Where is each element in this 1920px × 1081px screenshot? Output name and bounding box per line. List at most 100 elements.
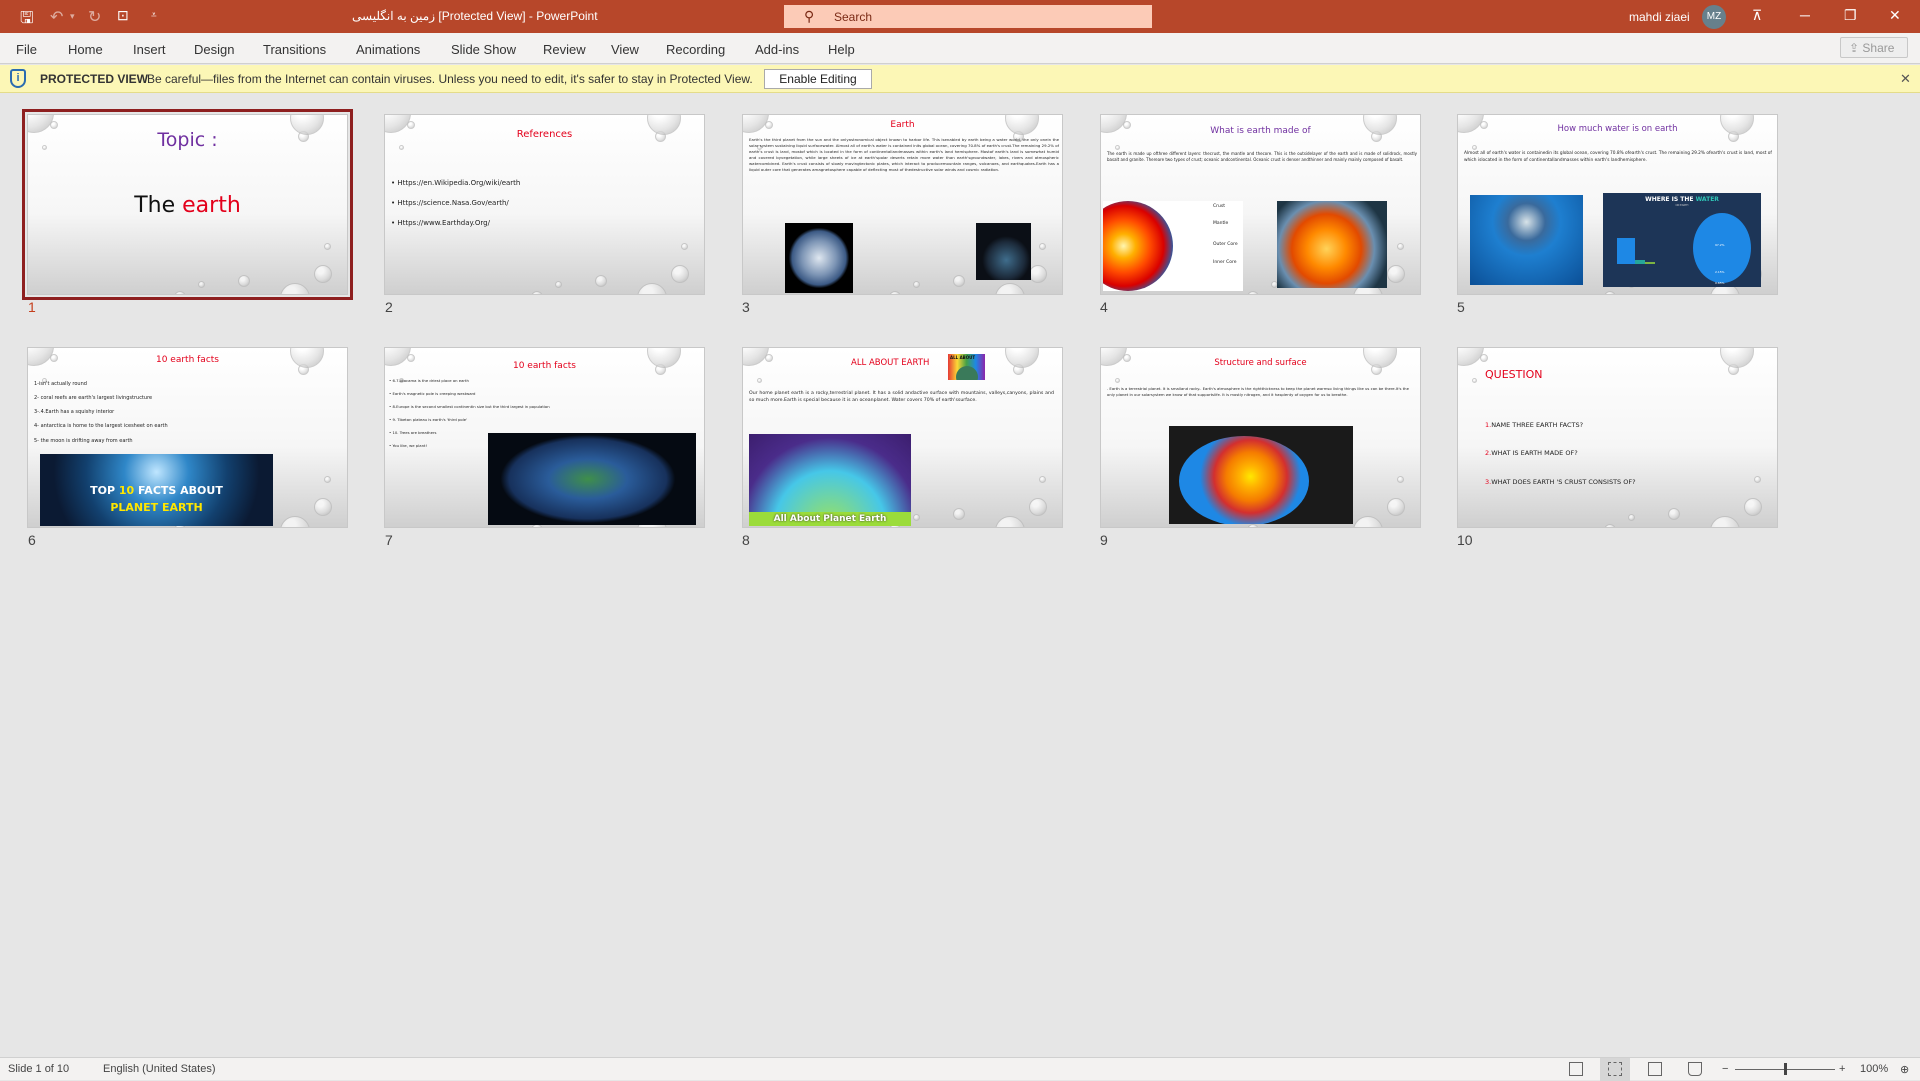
user-name[interactable]: mahdi ziaei: [1629, 10, 1690, 24]
slide-thumbnail-3[interactable]: Earth Earth's the third planet from the …: [742, 114, 1063, 295]
slide-thumbnail-9[interactable]: Structure and surface . Earth is a terre…: [1100, 347, 1421, 528]
slide-thumbnail-10[interactable]: QUESTION 1.NAME THREE EARTH FACTS? 2.WHA…: [1457, 347, 1778, 528]
slide-thumbnail-7[interactable]: 10 earth facts • 6.7.Atacama is the drie…: [384, 347, 705, 528]
tab-recording[interactable]: Recording: [666, 42, 725, 57]
undo-icon[interactable]: ↶: [50, 7, 63, 27]
slide-thumbnail-6[interactable]: 10 earth facts 1-isn't actually round 2-…: [27, 347, 348, 528]
slide-thumbnail-4[interactable]: What is earth made of The earth is made …: [1100, 114, 1421, 295]
zoom-in-icon[interactable]: +: [1839, 1063, 1845, 1075]
undo-dropdown-icon[interactable]: ▾: [70, 11, 75, 22]
layer-label: Outer Core: [1213, 242, 1238, 247]
digital-earth-photo: [488, 433, 696, 525]
water-drop-decoration: [1472, 145, 1477, 150]
slide-number: 1: [28, 299, 36, 315]
slide-thumbnail-8[interactable]: ALL ABOUT EARTH ALL ABOUT Our home plane…: [742, 347, 1063, 528]
tab-insert[interactable]: Insert: [133, 42, 166, 57]
start-slideshow-icon[interactable]: ⊡: [117, 7, 129, 24]
water-drop-decoration: [1472, 378, 1477, 383]
subtitle-prefix: The: [134, 193, 183, 218]
save-icon[interactable]: 🖫: [20, 7, 34, 34]
value-label: 0.65%: [1715, 281, 1725, 285]
zoom-slider-thumb[interactable]: [1784, 1063, 1787, 1075]
planet-earth-cartoon: All About Planet Earth: [749, 434, 911, 526]
earth-structure-diagram: [1169, 426, 1353, 524]
bullet: • 6.7.Atacama is the driest place on ear…: [389, 378, 469, 383]
water-drop-decoration: [953, 275, 965, 287]
slide-number: 5: [1457, 299, 1465, 315]
slide-show-icon[interactable]: [1688, 1062, 1702, 1076]
slide-title: 10 earth facts: [155, 355, 219, 365]
zoom-level[interactable]: 100%: [1860, 1063, 1888, 1075]
water-drop-decoration: [995, 283, 1025, 294]
restore-icon[interactable]: ❐: [1844, 7, 1857, 24]
close-bar-icon[interactable]: ✕: [1900, 71, 1911, 87]
ribbon-display-options-icon[interactable]: ⊼: [1752, 7, 1762, 24]
redo-icon[interactable]: ↻: [88, 7, 101, 27]
language-indicator[interactable]: English (United States): [103, 1063, 216, 1075]
water-drop-decoration: [280, 283, 310, 294]
minimize-icon[interactable]: ─: [1800, 7, 1810, 23]
water-drop-decoration: [1387, 498, 1405, 516]
bullet: • 10. Trees are breathers: [389, 430, 437, 435]
water-drop-decoration: [1005, 348, 1039, 368]
value-label: 97.2%: [1715, 243, 1725, 247]
customize-quick-access-icon[interactable]: ⩡: [151, 10, 157, 21]
tab-file[interactable]: File: [16, 42, 37, 57]
tab-animations[interactable]: Animations: [356, 42, 420, 57]
water-drop-decoration: [1039, 476, 1046, 483]
window-title: زمین به انگلیسی [Protected View] - Power…: [352, 9, 598, 23]
question: 1.NAME THREE EARTH FACTS?: [1485, 421, 1584, 429]
layer-label: Mantle: [1213, 221, 1229, 226]
slide-thumbnail-2[interactable]: References • Https://en.Wikipedia.Org/wi…: [384, 114, 705, 295]
tab-review[interactable]: Review: [543, 42, 586, 57]
water-drop-decoration: [1744, 498, 1762, 516]
search-box[interactable]: ⚲ Search: [784, 5, 1152, 28]
slide-thumbnail-1[interactable]: Topic : The earth: [22, 109, 353, 300]
slide-thumbnail-5[interactable]: How much water is on earth Almost all of…: [1457, 114, 1778, 295]
slide-paragraph: The earth is made up ofthree different l…: [1107, 151, 1417, 163]
bullet: • Earth's magnetic pole is creeping west…: [389, 391, 476, 396]
tab-home[interactable]: Home: [68, 42, 103, 57]
water-drop-decoration: [314, 265, 332, 283]
slide-subtitle: The earth: [28, 193, 347, 218]
water-drop-decoration: [1754, 476, 1761, 483]
bar-oceans: [1617, 238, 1635, 264]
water-drop-decoration: [1604, 291, 1616, 294]
water-drop-decoration: [1039, 243, 1046, 250]
slide-title: References: [516, 129, 573, 140]
avatar[interactable]: MZ: [1702, 5, 1726, 29]
slide-number: 10: [1457, 532, 1473, 548]
water-drop-decoration: [324, 476, 331, 483]
search-icon: ⚲: [804, 8, 815, 24]
enable-editing-button[interactable]: Enable Editing: [764, 69, 872, 89]
close-icon[interactable]: ✕: [1889, 7, 1901, 24]
protected-view-message: Be careful—files from the Internet can c…: [147, 72, 753, 86]
value-label: 2.15%: [1715, 270, 1725, 274]
water-drop-decoration: [555, 281, 562, 288]
infographic-title: WHERE IS THE WATER: [1645, 196, 1719, 203]
tab-add-ins[interactable]: Add-ins: [755, 42, 799, 57]
zoom-out-icon[interactable]: −: [1722, 1063, 1728, 1075]
fit-to-window-icon[interactable]: ⊕: [1900, 1063, 1909, 1076]
title-bar: 🖫 ↶ ▾ ↻ ⊡ ⩡ زمین به انگلیسی [Protected V…: [0, 0, 1920, 33]
tab-transitions[interactable]: Transitions: [263, 42, 326, 57]
water-drop-decoration: [1353, 516, 1383, 527]
slide-sorter-view-button[interactable]: [1600, 1058, 1630, 1081]
slide-number: 8: [742, 532, 750, 548]
tab-help[interactable]: Help: [828, 42, 855, 57]
tab-design[interactable]: Design: [194, 42, 234, 57]
layer-label: Inner Core: [1213, 260, 1237, 265]
share-icon: ⇪: [1849, 41, 1863, 55]
slide-title: Earth: [890, 120, 915, 130]
water-drop-decoration: [1604, 524, 1616, 527]
slide-counter: Slide 1 of 10: [8, 1063, 70, 1075]
slide-title: How much water is on earth: [1557, 124, 1678, 134]
banner-text: All About Planet Earth: [749, 512, 911, 526]
tab-view[interactable]: View: [611, 42, 639, 57]
normal-view-icon[interactable]: [1569, 1062, 1583, 1076]
banner-line-2: PLANET EARTH: [110, 501, 203, 514]
reading-view-icon[interactable]: [1648, 1062, 1662, 1076]
tab-slide-show[interactable]: Slide Show: [451, 42, 516, 57]
top-10-facts-banner: TOP 10 FACTS ABOUT PLANET EARTH: [40, 454, 273, 526]
share-button[interactable]: ⇪ Share: [1840, 37, 1908, 58]
